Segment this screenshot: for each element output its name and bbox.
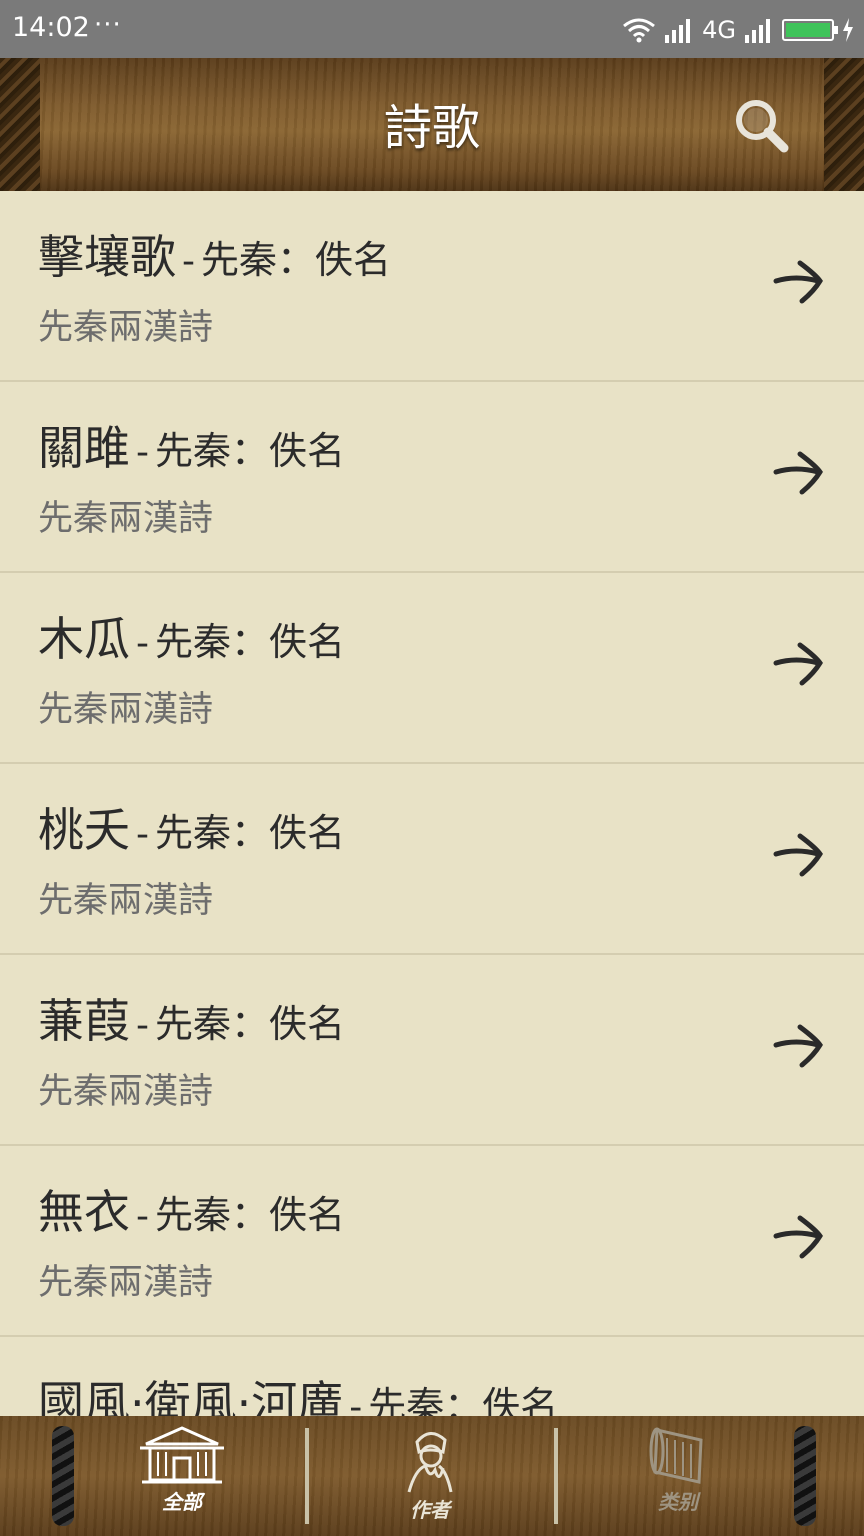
separator: - xyxy=(136,1196,149,1237)
poem-author: 先秦：佚名 xyxy=(155,1193,346,1237)
status-notification-dots: ··· xyxy=(94,10,122,40)
poem-category: 先秦兩漢詩 xyxy=(38,499,214,539)
poem-category: 先秦兩漢詩 xyxy=(38,308,214,348)
tab-label: 作者 xyxy=(410,1498,450,1522)
separator: - xyxy=(182,241,195,282)
poem-title-line: 擊壤歌 - 先秦：佚名 xyxy=(38,221,391,287)
tabbar-right-ornament xyxy=(794,1426,816,1526)
signal-icon xyxy=(665,19,691,43)
arrow-right-icon xyxy=(773,833,823,877)
status-icons: 4G xyxy=(622,12,854,48)
list-item[interactable]: 國風·衛風·河廣 - 先秦：佚名 xyxy=(0,1337,864,1416)
separator: - xyxy=(349,1387,363,1416)
poem-category: 先秦兩漢詩 xyxy=(38,690,214,730)
poem-title-line: 國風·衛風·河廣 - 先秦：佚名 xyxy=(38,1367,558,1416)
separator: - xyxy=(136,814,149,855)
poem-category: 先秦兩漢詩 xyxy=(38,881,214,921)
header-bar: 詩歌 xyxy=(0,58,864,191)
search-icon[interactable] xyxy=(730,94,794,158)
tab-label: 类别 xyxy=(658,1490,698,1514)
separator: - xyxy=(136,432,149,473)
list-item[interactable]: 無衣 - 先秦：佚名 先秦兩漢詩 xyxy=(0,1146,864,1337)
tab-author[interactable]: 作者 xyxy=(330,1424,530,1528)
poem-category: 先秦兩漢詩 xyxy=(38,1072,214,1112)
list-item[interactable]: 關雎 - 先秦：佚名 先秦兩漢詩 xyxy=(0,382,864,573)
tab-all[interactable]: 全部 xyxy=(82,1424,282,1528)
list-item[interactable]: 桃夭 - 先秦：佚名 先秦兩漢詩 xyxy=(0,764,864,955)
poem-title: 桃夭 xyxy=(38,803,130,857)
separator: - xyxy=(136,1005,149,1046)
poem-author: 先秦：佚名 xyxy=(155,429,346,473)
tabbar-left-ornament xyxy=(52,1426,74,1526)
tab-divider xyxy=(554,1428,558,1524)
arrow-right-icon xyxy=(773,1215,823,1259)
arrow-right-icon xyxy=(773,451,823,495)
tab-category[interactable]: 类别 xyxy=(578,1424,778,1528)
poem-title-line: 桃夭 - 先秦：佚名 xyxy=(38,794,345,860)
list-item[interactable]: 木瓜 - 先秦：佚名 先秦兩漢詩 xyxy=(0,573,864,764)
poem-title: 國風·衛風·河廣 xyxy=(38,1376,344,1416)
poem-author: 先秦：佚名 xyxy=(201,238,392,282)
poem-author: 先秦：佚名 xyxy=(155,620,346,664)
poem-author: 先秦：佚名 xyxy=(155,811,346,855)
network-type: 4G xyxy=(702,16,736,44)
arrow-right-icon xyxy=(773,642,823,686)
list-item[interactable]: 擊壤歌 - 先秦：佚名 先秦兩漢詩 xyxy=(0,191,864,382)
tab-divider xyxy=(305,1428,309,1524)
arrow-right-icon xyxy=(773,260,823,304)
arrow-right-icon xyxy=(773,1024,823,1068)
poem-title-line: 關雎 - 先秦：佚名 xyxy=(38,412,345,478)
poem-title: 關雎 xyxy=(38,421,130,475)
signal-icon-2 xyxy=(745,19,770,43)
bottom-tab-bar: 全部 作者 类别 xyxy=(0,1416,864,1536)
status-bar: 14:02 ··· 4G xyxy=(0,0,864,58)
house-icon xyxy=(140,1426,224,1484)
poem-category: 先秦兩漢詩 xyxy=(38,1263,214,1303)
scroll-icon xyxy=(649,1427,703,1484)
list-item[interactable]: 蒹葭 - 先秦：佚名 先秦兩漢詩 xyxy=(0,955,864,1146)
poem-title-line: 蒹葭 - 先秦：佚名 xyxy=(38,985,345,1051)
separator: - xyxy=(136,623,149,664)
status-time: 14:02 xyxy=(12,12,90,43)
poem-title-line: 無衣 - 先秦：佚名 xyxy=(38,1176,345,1242)
poem-title: 木瓜 xyxy=(38,612,130,666)
poet-portrait-icon xyxy=(407,1432,453,1493)
poem-title: 擊壤歌 xyxy=(38,230,176,284)
poem-list: 擊壤歌 - 先秦：佚名 先秦兩漢詩 關雎 - 先秦：佚名 先秦兩漢詩 木瓜 - 先秦：佚名 … xyxy=(0,191,864,1416)
tab-label: 全部 xyxy=(162,1490,202,1514)
poem-title: 無衣 xyxy=(38,1185,130,1239)
battery-icon xyxy=(782,19,838,41)
poem-title-line: 木瓜 - 先秦：佚名 xyxy=(38,603,345,669)
poem-author: 先秦：佚名 xyxy=(368,1384,559,1416)
poem-title: 蒹葭 xyxy=(38,994,130,1048)
charging-icon xyxy=(843,18,853,42)
poem-author: 先秦：佚名 xyxy=(155,1002,346,1046)
wifi-icon xyxy=(623,18,656,43)
